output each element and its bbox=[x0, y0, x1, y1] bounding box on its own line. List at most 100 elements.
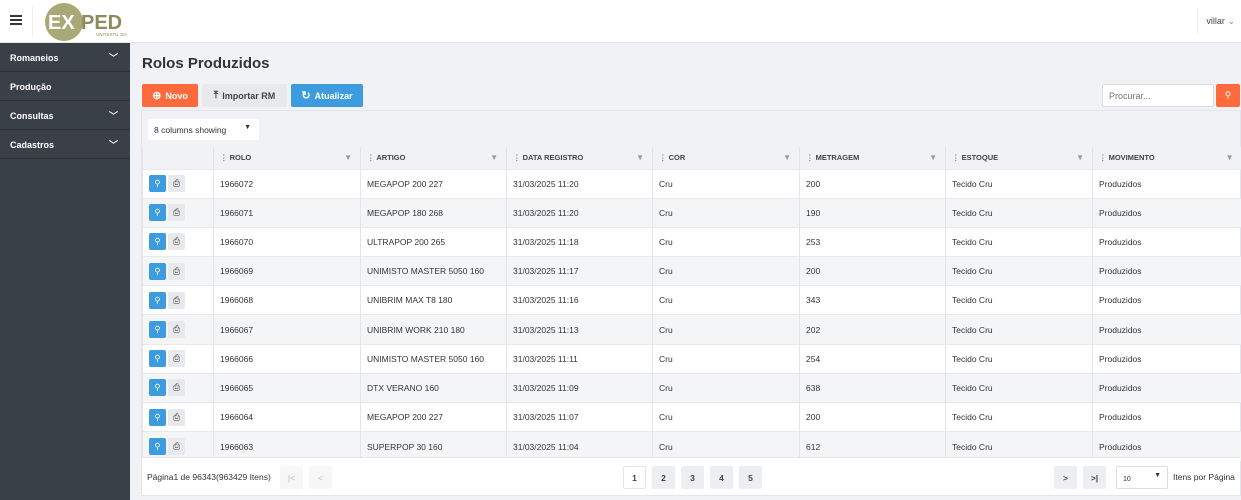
view-button[interactable]: ⚲ bbox=[149, 408, 166, 426]
column-header[interactable]: ⋮ DATA REGISTRO ▼ bbox=[506, 147, 653, 169]
print-button[interactable]: ⎙ bbox=[168, 204, 185, 222]
column-header[interactable]: ⋮ ROLO ▼ bbox=[213, 147, 361, 169]
filter-icon[interactable]: ▼ bbox=[636, 153, 644, 162]
column-header[interactable]: ⋮ ARTIGO ▼ bbox=[360, 147, 507, 169]
view-button[interactable]: ⚲ bbox=[149, 438, 166, 456]
sidebar-item-cadastros[interactable]: Cadastros ﹀ bbox=[0, 130, 130, 159]
filter-icon[interactable]: ▼ bbox=[490, 153, 498, 162]
column-header[interactable]: ⋮ ESTOQUE ▼ bbox=[945, 147, 1093, 169]
drag-handle-icon[interactable]: ⋮ bbox=[659, 153, 667, 162]
prev-page-button[interactable]: < bbox=[309, 466, 332, 489]
print-button[interactable]: ⎙ bbox=[168, 379, 185, 397]
drag-handle-icon[interactable]: ⋮ bbox=[513, 153, 521, 162]
printer-icon: ⎙ bbox=[173, 207, 180, 218]
view-button[interactable]: ⚲ bbox=[149, 233, 166, 251]
table-row[interactable]: ⚲ ⎙ 1966072 MEGAPOP 200 227 31/03/2025 11:20… bbox=[142, 168, 1241, 199]
printer-icon: ⎙ bbox=[173, 411, 180, 422]
view-button[interactable]: ⚲ bbox=[149, 291, 166, 309]
search-input[interactable] bbox=[1102, 84, 1214, 107]
refresh-icon: ↻ bbox=[301, 90, 311, 102]
view-button[interactable]: ⚲ bbox=[149, 379, 166, 397]
row-actions: ⚲ ⎙ bbox=[142, 343, 214, 374]
filter-icon[interactable]: ▼ bbox=[929, 153, 937, 162]
menu-icon[interactable] bbox=[10, 15, 22, 27]
table-row[interactable]: ⚲ ⎙ 1966064 MEGAPOP 200 227 31/03/2025 11:07… bbox=[142, 401, 1241, 432]
atualizar-button[interactable]: ↻ Atualizar bbox=[291, 84, 363, 107]
table-cell: Cru bbox=[652, 226, 800, 257]
printer-icon: ⎙ bbox=[173, 294, 180, 305]
novo-button[interactable]: ⊕ Novo bbox=[142, 84, 198, 107]
sidebar-item-romaneios[interactable]: Romaneios ﹀ bbox=[0, 43, 130, 72]
page-size-label: Itens por Página bbox=[1173, 472, 1235, 482]
table-row[interactable]: ⚲ ⎙ 1966071 MEGAPOP 180 268 31/03/2025 11:20… bbox=[142, 197, 1241, 228]
page-button[interactable]: 5 bbox=[739, 466, 762, 489]
user-menu[interactable]: villar ⌄ bbox=[1206, 16, 1235, 27]
column-header[interactable]: ⋮ MOVIMENTO ▼ bbox=[1092, 147, 1241, 169]
print-button[interactable]: ⎙ bbox=[168, 321, 185, 339]
last-page-button[interactable]: >| bbox=[1083, 466, 1106, 489]
print-button[interactable]: ⎙ bbox=[168, 350, 185, 368]
table-cell: Produzidos bbox=[1092, 401, 1241, 432]
column-header[interactable]: ⋮ METRAGEM ▼ bbox=[799, 147, 946, 169]
drag-handle-icon[interactable]: ⋮ bbox=[1099, 153, 1107, 162]
filter-icon[interactable]: ▼ bbox=[1076, 153, 1084, 162]
drag-handle-icon[interactable]: ⋮ bbox=[952, 153, 960, 162]
data-grid: 8 columns showing ▼ ⋮ ROLO ▼ ⋮ ARTIGO ▼ ⋮ DAT… bbox=[141, 110, 1241, 496]
sidebar-item-producao[interactable]: Produção bbox=[0, 72, 130, 101]
column-title: METRAGEM bbox=[815, 153, 860, 163]
table-row[interactable]: ⚲ ⎙ 1966066 UNIMISTO MASTER 5050 160 31/03/2… bbox=[142, 343, 1241, 374]
drag-handle-icon[interactable]: ⋮ bbox=[806, 153, 814, 162]
page-button[interactable]: 4 bbox=[710, 466, 733, 489]
chevron-down-icon: ⌄ bbox=[1227, 16, 1235, 26]
table-cell: 31/03/2025 11:18 bbox=[506, 226, 653, 257]
page-button[interactable]: 1 bbox=[623, 466, 646, 489]
page-size-select[interactable]: 10 ▼ bbox=[1116, 466, 1168, 489]
table-cell: UNIBRIM MAX T8 180 bbox=[360, 285, 507, 315]
table-cell: UNIBRIM WORK 210 180 bbox=[360, 314, 507, 345]
search-icon: ⚲ bbox=[154, 353, 161, 364]
table-row[interactable]: ⚲ ⎙ 1966070 ULTRAPOP 200 265 31/03/2025 11:1… bbox=[142, 226, 1241, 257]
filter-icon[interactable]: ▼ bbox=[1226, 153, 1234, 162]
table-cell: Cru bbox=[652, 256, 800, 286]
importar-rm-button[interactable]: ⤒ Importar RM bbox=[202, 84, 287, 107]
drag-handle-icon[interactable]: ⋮ bbox=[220, 153, 228, 162]
page-button[interactable]: 3 bbox=[681, 466, 704, 489]
view-button[interactable]: ⚲ bbox=[149, 350, 166, 368]
table-cell: 31/03/2025 11:17 bbox=[506, 256, 653, 286]
logo[interactable]: EX PED UNITEXTIL S/A bbox=[44, 2, 132, 42]
column-chooser[interactable]: 8 columns showing ▼ bbox=[148, 119, 259, 140]
print-button[interactable]: ⎙ bbox=[168, 175, 185, 193]
print-button[interactable]: ⎙ bbox=[168, 438, 185, 456]
table-cell: UNIMISTO MASTER 5050 160 bbox=[360, 343, 507, 374]
print-button[interactable]: ⎙ bbox=[168, 408, 185, 426]
view-button[interactable]: ⚲ bbox=[149, 175, 166, 193]
column-header[interactable]: ⋮ COR ▼ bbox=[652, 147, 800, 169]
print-button[interactable]: ⎙ bbox=[168, 291, 185, 309]
sidebar-item-consultas[interactable]: Consultas ﹀ bbox=[0, 101, 130, 130]
table-cell: 1966072 bbox=[213, 168, 361, 199]
table-cell: Produzidos bbox=[1092, 314, 1241, 345]
view-button[interactable]: ⚲ bbox=[149, 321, 166, 339]
first-page-button[interactable]: |< bbox=[280, 466, 303, 489]
top-bar: EX PED UNITEXTIL S/A villar ⌄ bbox=[0, 0, 1241, 43]
table-row[interactable]: ⚲ ⎙ 1966069 UNIMISTO MASTER 5050 160 31/03/2… bbox=[142, 256, 1241, 286]
table-cell: Tecido Cru bbox=[945, 226, 1093, 257]
print-button[interactable]: ⎙ bbox=[168, 233, 185, 251]
table-row[interactable]: ⚲ ⎙ 1966067 UNIBRIM WORK 210 180 31/03/2025 … bbox=[142, 314, 1241, 345]
view-button[interactable]: ⚲ bbox=[149, 262, 166, 280]
print-button[interactable]: ⎙ bbox=[168, 262, 185, 280]
view-button[interactable]: ⚲ bbox=[149, 204, 166, 222]
search-button[interactable]: ⚲ bbox=[1216, 84, 1240, 107]
filter-icon[interactable]: ▼ bbox=[783, 153, 791, 162]
chevron-down-icon: ﹀ bbox=[108, 53, 118, 63]
table-cell: Cru bbox=[652, 343, 800, 374]
filter-icon[interactable]: ▼ bbox=[344, 153, 352, 162]
table-cell: 1966067 bbox=[213, 314, 361, 345]
printer-icon: ⎙ bbox=[173, 382, 180, 393]
drag-handle-icon[interactable]: ⋮ bbox=[367, 153, 375, 162]
table-row[interactable]: ⚲ ⎙ 1966068 UNIBRIM MAX T8 180 31/03/2025 11… bbox=[142, 285, 1241, 315]
table-row[interactable]: ⚲ ⎙ 1966065 DTX VERANO 160 31/03/2025 11:09 C… bbox=[142, 372, 1241, 403]
next-page-button[interactable]: > bbox=[1054, 466, 1077, 489]
table-cell: Tecido Cru bbox=[945, 285, 1093, 315]
page-button[interactable]: 2 bbox=[652, 466, 675, 489]
